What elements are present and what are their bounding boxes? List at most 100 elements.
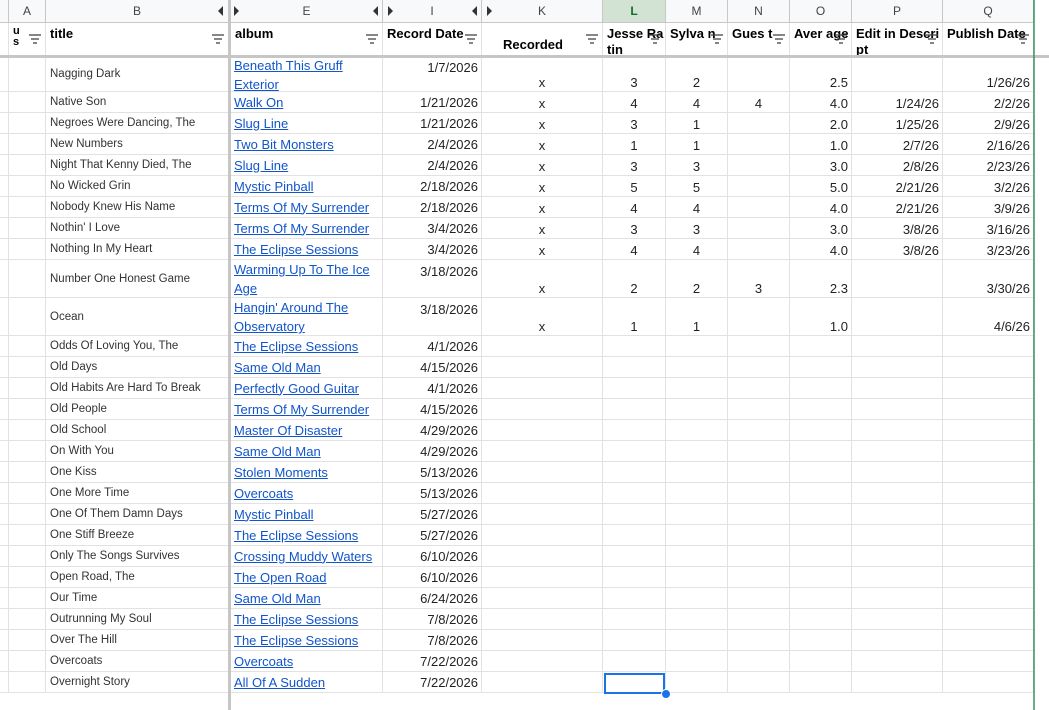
row-header[interactable]	[0, 56, 9, 92]
album-link[interactable]: Slug Line	[231, 113, 383, 134]
publish-date-cell[interactable]: 3/9/26	[943, 197, 1034, 218]
album-link[interactable]: The Eclipse Sessions	[231, 239, 383, 260]
sylvan-rating-cell[interactable]	[666, 546, 728, 567]
edit-date-cell[interactable]: 1/24/26	[852, 92, 943, 113]
guest-rating-cell[interactable]	[728, 546, 790, 567]
jesse-rating-cell[interactable]: 3	[603, 56, 666, 92]
album-link[interactable]: Same Old Man	[231, 441, 383, 462]
recorded-cell[interactable]: x	[482, 260, 603, 298]
row-header[interactable]	[0, 399, 9, 420]
album-link[interactable]: The Open Road	[231, 567, 383, 588]
guest-rating-cell[interactable]	[728, 630, 790, 651]
filter-icon[interactable]	[29, 34, 41, 44]
filter-icon[interactable]	[649, 34, 661, 44]
guest-rating-cell[interactable]	[728, 588, 790, 609]
guest-rating-cell[interactable]	[728, 651, 790, 672]
average-cell[interactable]	[790, 651, 852, 672]
frozen-row-divider[interactable]	[0, 55, 1049, 58]
album-link-text[interactable]: Same Old Man	[234, 589, 321, 608]
title-cell[interactable]: Odds Of Loving You, The	[46, 336, 229, 357]
cell-a[interactable]	[9, 56, 46, 92]
edit-date-cell[interactable]	[852, 609, 943, 630]
cell-a[interactable]	[9, 567, 46, 588]
recorded-cell[interactable]: x	[482, 155, 603, 176]
average-cell[interactable]	[790, 672, 852, 693]
title-cell[interactable]: Old People	[46, 399, 229, 420]
record-date-cell[interactable]: 7/8/2026	[383, 609, 482, 630]
album-link[interactable]: Walk On	[231, 92, 383, 113]
guest-rating-cell[interactable]	[728, 504, 790, 525]
record-date-cell[interactable]: 7/22/2026	[383, 651, 482, 672]
album-link-text[interactable]: Perfectly Good Guitar	[234, 379, 359, 398]
title-cell[interactable]: Overnight Story	[46, 672, 229, 693]
jesse-rating-cell[interactable]: 2	[603, 260, 666, 298]
guest-rating-cell[interactable]	[728, 298, 790, 336]
row-header[interactable]	[0, 260, 9, 298]
row-header[interactable]	[0, 134, 9, 155]
title-cell[interactable]: Nothing In My Heart	[46, 239, 229, 260]
guest-rating-cell[interactable]	[728, 609, 790, 630]
album-link-text[interactable]: The Eclipse Sessions	[234, 240, 358, 259]
album-link-text[interactable]: The Eclipse Sessions	[234, 631, 358, 650]
filter-icon[interactable]	[835, 34, 847, 44]
recorded-cell[interactable]	[482, 399, 603, 420]
recorded-cell[interactable]	[482, 483, 603, 504]
cell-a[interactable]	[9, 176, 46, 197]
average-cell[interactable]	[790, 588, 852, 609]
guest-rating-cell[interactable]	[728, 239, 790, 260]
row-header[interactable]	[0, 155, 9, 176]
guest-rating-cell[interactable]	[728, 357, 790, 378]
guest-rating-cell[interactable]	[728, 441, 790, 462]
album-link-text[interactable]: Crossing Muddy Waters	[234, 547, 372, 566]
average-cell[interactable]	[790, 378, 852, 399]
edit-date-cell[interactable]	[852, 672, 943, 693]
jesse-rating-cell[interactable]: 3	[603, 218, 666, 239]
album-link[interactable]: Overcoats	[231, 651, 383, 672]
jesse-rating-cell[interactable]	[603, 546, 666, 567]
guest-rating-cell[interactable]	[728, 218, 790, 239]
publish-date-cell[interactable]	[943, 672, 1034, 693]
cell-a[interactable]	[9, 239, 46, 260]
title-cell[interactable]: One More Time	[46, 483, 229, 504]
jesse-rating-cell[interactable]	[603, 651, 666, 672]
average-cell[interactable]	[790, 462, 852, 483]
filter-icon[interactable]	[1017, 34, 1029, 44]
frozen-column-divider[interactable]	[228, 0, 231, 710]
record-date-cell[interactable]: 7/22/2026	[383, 672, 482, 693]
album-link-text[interactable]: Hangin' Around The Observatory	[234, 300, 348, 334]
recorded-cell[interactable]	[482, 357, 603, 378]
header-cell-e[interactable]: album	[231, 23, 383, 56]
edit-date-cell[interactable]	[852, 420, 943, 441]
row-header[interactable]	[0, 630, 9, 651]
recorded-cell[interactable]: x	[482, 92, 603, 113]
cell-a[interactable]	[9, 588, 46, 609]
album-link-text[interactable]: The Open Road	[234, 568, 327, 587]
record-date-cell[interactable]: 5/13/2026	[383, 483, 482, 504]
column-header-o[interactable]: O	[790, 0, 852, 23]
recorded-cell[interactable]	[482, 630, 603, 651]
header-cell-l[interactable]: Jesse Ratin	[603, 23, 666, 56]
row-header[interactable]	[0, 239, 9, 260]
average-cell[interactable]	[790, 546, 852, 567]
sylvan-rating-cell[interactable]: 3	[666, 218, 728, 239]
row-header[interactable]	[0, 176, 9, 197]
sylvan-rating-cell[interactable]	[666, 672, 728, 693]
record-date-cell[interactable]: 4/15/2026	[383, 357, 482, 378]
filter-icon[interactable]	[586, 34, 598, 44]
sylvan-rating-cell[interactable]	[666, 483, 728, 504]
average-cell[interactable]	[790, 336, 852, 357]
header-cell-a[interactable]: u s	[9, 23, 46, 56]
album-link-text[interactable]: Overcoats	[234, 484, 293, 503]
triangle-right-icon[interactable]	[388, 6, 393, 16]
publish-date-cell[interactable]	[943, 420, 1034, 441]
edit-date-cell[interactable]	[852, 546, 943, 567]
album-link-text[interactable]: Mystic Pinball	[234, 177, 313, 196]
sylvan-rating-cell[interactable]	[666, 420, 728, 441]
title-cell[interactable]: Old Days	[46, 357, 229, 378]
edit-date-cell[interactable]	[852, 483, 943, 504]
row-header[interactable]	[0, 23, 9, 56]
sylvan-rating-cell[interactable]: 2	[666, 260, 728, 298]
publish-date-cell[interactable]	[943, 441, 1034, 462]
sylvan-rating-cell[interactable]: 5	[666, 176, 728, 197]
cell-a[interactable]	[9, 630, 46, 651]
